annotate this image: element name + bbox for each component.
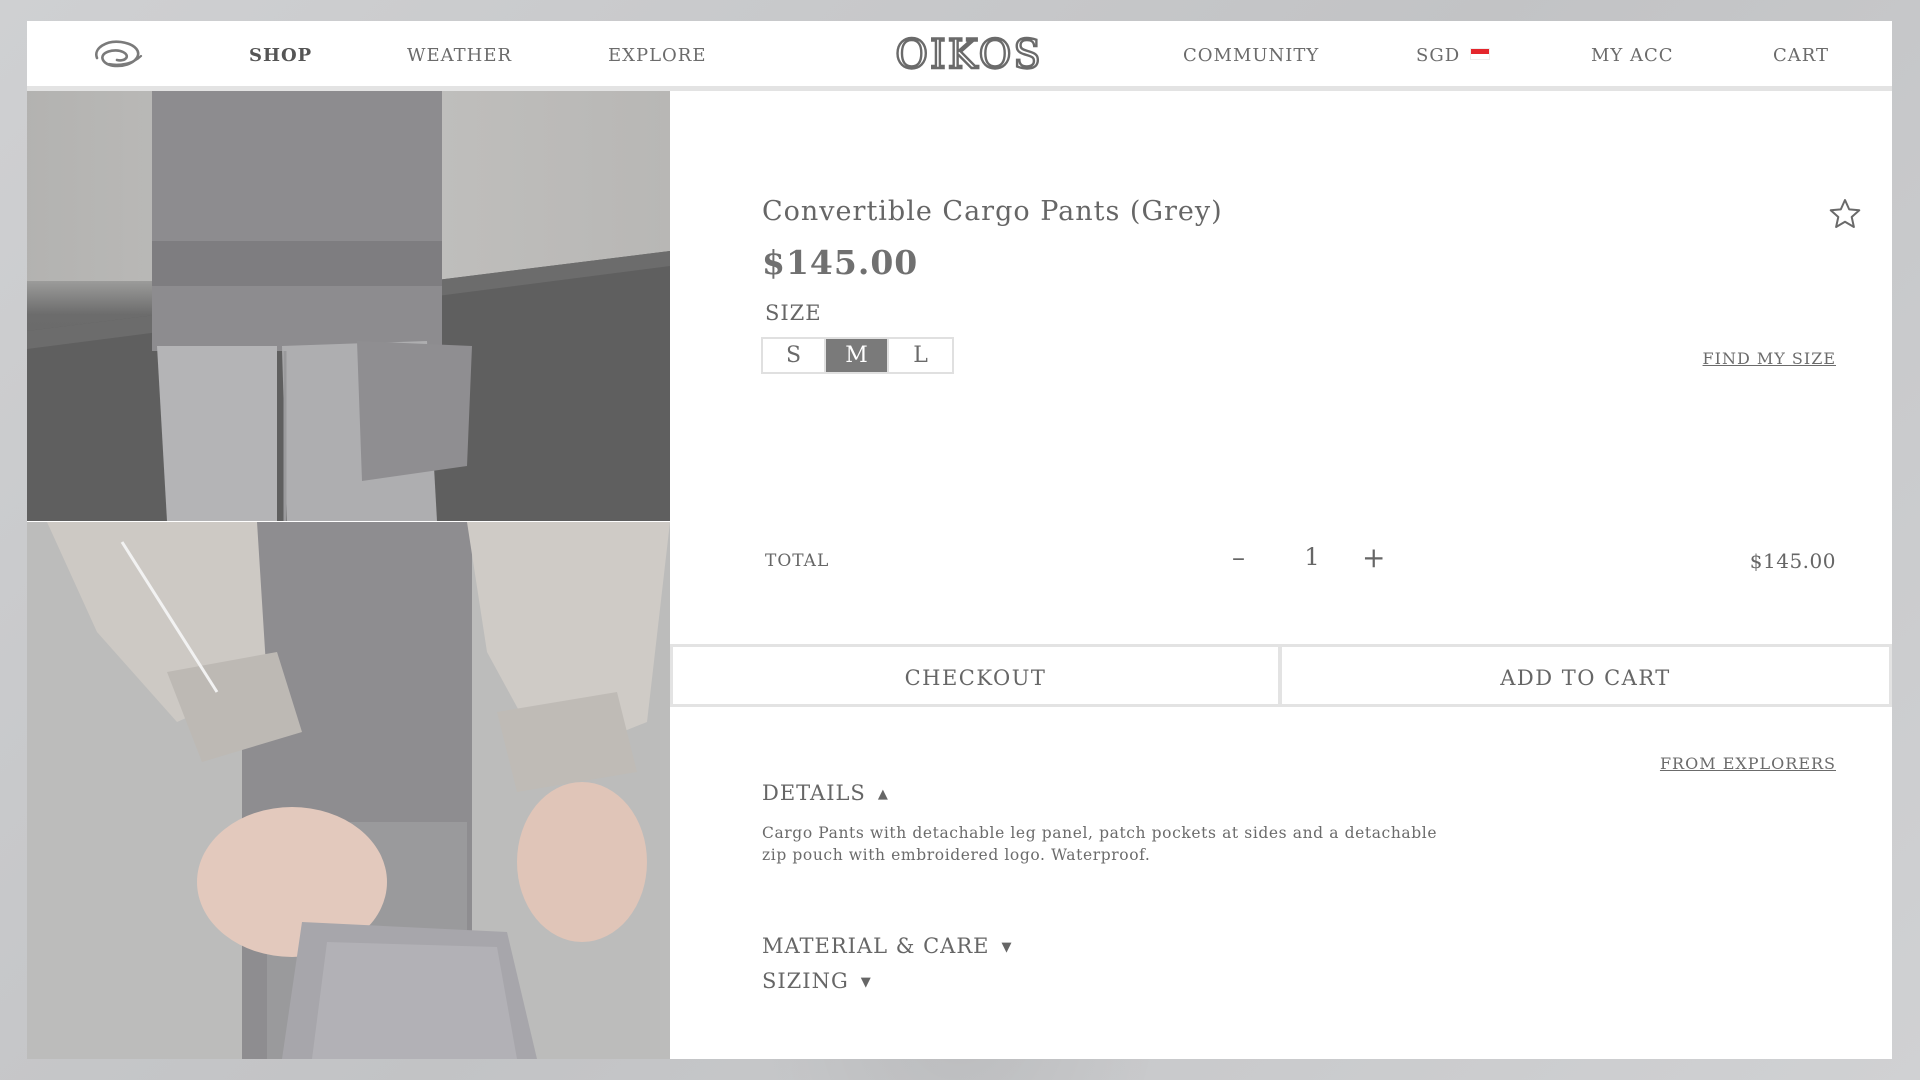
nav-shop[interactable]: SHOP xyxy=(249,21,312,86)
total-label: TOTAL xyxy=(765,551,830,571)
product-photo-1 xyxy=(27,91,670,521)
from-explorers-link[interactable]: FROM EXPLORERS xyxy=(1660,754,1836,773)
nav-weather[interactable]: WEATHER xyxy=(407,21,512,86)
nav-my-account[interactable]: MY ACC xyxy=(1591,21,1674,86)
details-description: Cargo Pants with detachable leg panel, p… xyxy=(762,824,1438,864)
star-outline-icon[interactable] xyxy=(1828,197,1862,231)
size-option-l[interactable]: L xyxy=(889,339,952,372)
checkout-button[interactable]: CHECKOUT xyxy=(670,644,1281,707)
singapore-flag-icon xyxy=(1470,48,1491,60)
details-accordion-toggle[interactable]: DETAILS ▲ xyxy=(762,781,889,805)
brand-logo[interactable]: OIKOS xyxy=(889,31,1049,77)
size-selector: S M L xyxy=(761,337,954,374)
nav-explore[interactable]: EXPLORE xyxy=(608,21,706,86)
product-panel: Convertible Cargo Pants (Grey) $145.00 S… xyxy=(670,91,1892,1059)
size-label: SIZE xyxy=(765,301,822,325)
brand-wordmark: OIKOS xyxy=(895,32,1043,77)
product-price: $145.00 xyxy=(762,243,919,282)
caret-down-icon: ▼ xyxy=(860,975,872,990)
nav-cart[interactable]: CART xyxy=(1773,21,1829,86)
sizing-accordion-toggle[interactable]: SIZING ▼ xyxy=(762,969,872,993)
material-care-accordion-label: MATERIAL & CARE xyxy=(762,934,990,958)
nav-community[interactable]: COMMUNITY xyxy=(1183,21,1319,86)
swirl-logo-icon[interactable] xyxy=(89,36,147,72)
details-accordion-label: DETAILS xyxy=(762,781,866,805)
size-option-s[interactable]: S xyxy=(763,339,826,372)
currency-selector[interactable]: SGD xyxy=(1416,21,1491,86)
add-to-cart-button[interactable]: ADD TO CART xyxy=(1279,644,1892,707)
sizing-accordion-label: SIZING xyxy=(762,969,849,993)
find-my-size-link[interactable]: FIND MY SIZE xyxy=(1703,349,1836,368)
caret-down-icon: ▼ xyxy=(1001,940,1013,955)
size-option-m[interactable]: M xyxy=(826,339,889,372)
page-frame: SHOP WEATHER EXPLORE OIKOS COMMUNITY SGD… xyxy=(27,21,1892,1059)
quantity-value[interactable]: 1 xyxy=(1300,543,1324,571)
quantity-increment-button[interactable]: + xyxy=(1362,541,1385,574)
quantity-decrement-button[interactable]: – xyxy=(1232,543,1245,573)
material-care-accordion-toggle[interactable]: MATERIAL & CARE ▼ xyxy=(762,934,1013,958)
caret-up-icon: ▲ xyxy=(877,787,889,802)
currency-label: SGD xyxy=(1416,45,1461,66)
product-title: Convertible Cargo Pants (Grey) xyxy=(762,196,1223,227)
total-amount: $145.00 xyxy=(1749,549,1836,573)
product-photo-2 xyxy=(27,522,670,1059)
top-navbar: SHOP WEATHER EXPLORE OIKOS COMMUNITY SGD… xyxy=(27,21,1892,86)
